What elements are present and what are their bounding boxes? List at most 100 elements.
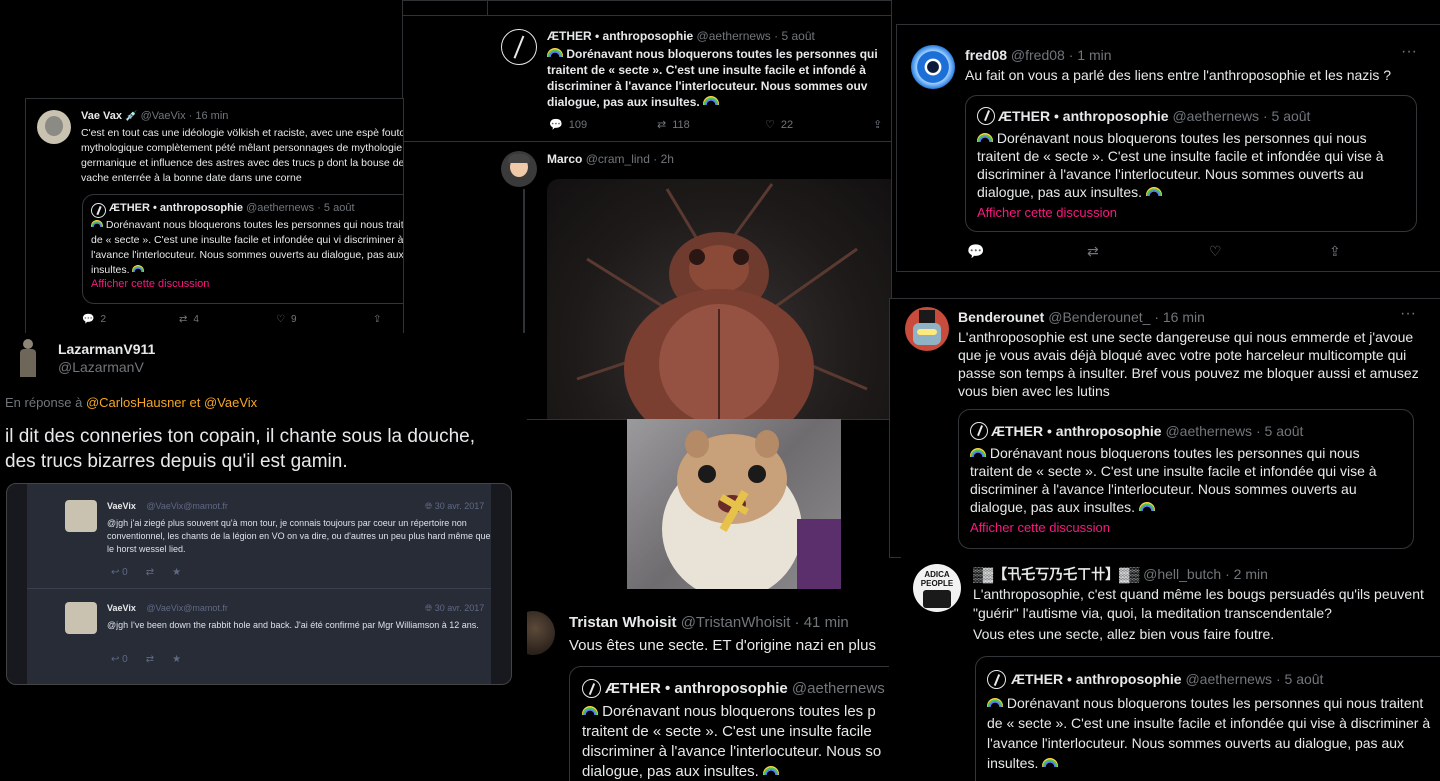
author-name[interactable]: LazarmanV911 xyxy=(58,341,155,357)
lazarman-avatar[interactable] xyxy=(18,339,38,377)
show-thread-link[interactable]: Afficher cette discussion xyxy=(977,205,1117,220)
author-name[interactable]: Benderounet xyxy=(958,309,1044,325)
like-button[interactable]: ♡ 22 xyxy=(765,118,873,132)
author-name[interactable]: Marco xyxy=(547,152,582,166)
tweet-text-2: Vous etes une secte, allez bien vous fai… xyxy=(973,626,1275,642)
fred-avatar[interactable] xyxy=(911,45,955,89)
aether-avatar xyxy=(987,670,1006,689)
author-name[interactable]: ÆTHER • anthroposophie xyxy=(547,29,693,43)
tristan-avatar[interactable] xyxy=(527,611,555,655)
vaevix-avatar[interactable] xyxy=(65,500,97,532)
bender-avatar[interactable] xyxy=(905,307,949,351)
like-button[interactable]: ♡ xyxy=(1209,243,1329,260)
lazarman-panel: LazarmanV911 @LazarmanV En réponse à @Ca… xyxy=(0,333,527,781)
tweet-header: ÆTHER • anthroposophie @aethernews · 5 a… xyxy=(547,29,815,43)
author-handle[interactable]: @aethernews xyxy=(697,29,771,43)
retweet-button[interactable]: ⇄ 118 xyxy=(657,118,765,132)
show-thread-link[interactable]: Afficher cette discussion xyxy=(970,520,1110,535)
tweet-time[interactable]: 2h xyxy=(661,152,674,166)
author-handle[interactable]: @LazarmanV xyxy=(58,359,144,375)
quote-date: 5 août xyxy=(1264,423,1304,439)
tweet-actions: 💬 109 ⇄ 118 ♡ 22 ⇪ xyxy=(549,118,882,132)
tweet-time[interactable]: 16 min xyxy=(195,110,228,122)
author-handle[interactable]: @fred08 xyxy=(1011,47,1065,63)
vaevix-avatar[interactable] xyxy=(37,110,71,144)
tweet-time[interactable]: 2 min xyxy=(1234,566,1268,582)
tweet-date[interactable]: 5 août xyxy=(781,29,814,43)
star-icon[interactable]: ★ xyxy=(172,567,181,578)
toot-handle[interactable]: @VaeVix@mamot.fr xyxy=(146,501,227,511)
quote-handle: @aethernews xyxy=(791,680,885,697)
reply-button[interactable]: ↩ 0 xyxy=(111,567,128,578)
author-handle[interactable]: @cram_lind xyxy=(586,152,650,166)
show-thread-link[interactable]: Afficher cette discussion xyxy=(91,278,209,290)
share-button[interactable]: ⇪ xyxy=(1329,243,1341,260)
hamster-cross-image[interactable] xyxy=(627,419,841,589)
more-options-icon[interactable]: ··· xyxy=(1400,305,1416,323)
toot-author[interactable]: VaeVix xyxy=(107,603,136,613)
quote-text: Dorénavant nous bloquerons toutes les pe… xyxy=(977,130,1384,200)
author-name[interactable]: ▒▓【卂乇丂乃乇ㄒ卄】▓▒ xyxy=(973,566,1139,582)
author-handle[interactable]: @TristanWhoisit xyxy=(681,614,791,631)
author-handle[interactable]: @hell_butch xyxy=(1143,566,1221,582)
divider xyxy=(403,15,891,16)
quoted-tweet[interactable]: ÆTHER • anthroposophie @aethernews · 5 a… xyxy=(965,95,1417,232)
author-handle[interactable]: @VaeVix xyxy=(141,110,186,122)
quote-header: ÆTHER • anthroposophie @aethernews · 5 a… xyxy=(109,202,355,214)
quoted-tweet[interactable]: ÆTHER • anthroposophie @aethernews · 5 a… xyxy=(82,194,404,304)
tweet-header: fred08 @fred08 · 1 min xyxy=(965,47,1112,63)
quoted-tweet[interactable]: ÆTHER • anthroposophie @aethernews · 5 a… xyxy=(958,409,1414,549)
mention-link[interactable]: @VaeVix xyxy=(204,395,257,410)
mastodon-embed[interactable]: VaeVix @VaeVix@mamot.fr 🌐︎ 30 avr. 2017 … xyxy=(6,483,512,685)
boost-icon[interactable]: ⇄ xyxy=(146,654,154,665)
aether-avatar[interactable] xyxy=(501,29,537,65)
tweet-time[interactable]: 16 min xyxy=(1163,309,1205,325)
share-icon: ⇪ xyxy=(1329,243,1341,259)
toot-text: @jgh I've been down the rabbit hole and … xyxy=(107,620,479,630)
tweet-header: Vae Vax 💉 @VaeVix · 16 min xyxy=(81,110,229,122)
author-name[interactable]: Vae Vax xyxy=(81,110,122,122)
vaevix-avatar[interactable] xyxy=(65,602,97,634)
share-button[interactable]: ⇪ xyxy=(873,118,882,131)
quoted-tweet[interactable]: ÆTHER • anthroposophie @aethernews Dorén… xyxy=(569,666,889,781)
toot-handle[interactable]: @VaeVix@mamot.fr xyxy=(146,603,227,613)
toot-author[interactable]: VaeVix xyxy=(107,501,136,511)
cockroach-gif[interactable] xyxy=(547,179,891,419)
author-name[interactable]: fred08 xyxy=(965,47,1007,63)
reply-icon: 💬 xyxy=(549,119,563,131)
aether-avatar xyxy=(970,422,988,440)
tweet-header: Marco @cram_lind · 2h xyxy=(547,152,674,166)
quote-header: ÆTHER • anthroposophie @aethernews · 5 a… xyxy=(991,423,1304,439)
retweet-icon: ⇄ xyxy=(179,314,188,325)
rainbow-icon xyxy=(1042,758,1059,767)
more-options-icon[interactable]: ··· xyxy=(1401,43,1417,61)
mention-link[interactable]: @CarlosHausner xyxy=(86,395,186,410)
author-handle[interactable]: @Benderounet_ xyxy=(1048,309,1150,325)
share-button[interactable]: ⇪ xyxy=(373,314,381,325)
tweet-text: L'anthroposophie, c'est quand même les b… xyxy=(973,586,1424,621)
reply-button[interactable]: 💬 xyxy=(967,243,1087,260)
retweet-icon: ⇄ xyxy=(657,119,667,131)
tweet-text: L'anthroposophie est une secte dangereus… xyxy=(958,329,1419,399)
retweet-button[interactable]: ⇄ 4 xyxy=(179,314,276,325)
tweet-time[interactable]: 1 min xyxy=(1077,47,1111,63)
quote-text: Dorénavant nous bloquerons toutes les pe… xyxy=(91,219,404,276)
quote-header: ÆTHER • anthroposophie @aethernews xyxy=(605,680,885,697)
quoted-tweet[interactable]: ÆTHER • anthroposophie @aethernews · 5 a… xyxy=(975,656,1440,781)
rainbow-icon xyxy=(582,706,598,715)
tweet-actions: 💬 ⇄ ♡ ⇪ xyxy=(967,243,1341,260)
toot-actions: ↩ 0 ⇄ ★ xyxy=(111,654,181,665)
rainbow-icon xyxy=(977,133,993,142)
star-icon[interactable]: ★ xyxy=(172,654,181,665)
hellbutch-avatar[interactable]: ADICA PEOPLE xyxy=(913,564,961,612)
reply-button[interactable]: 💬 109 xyxy=(549,118,657,132)
marco-avatar[interactable] xyxy=(501,151,537,187)
reply-button[interactable]: ↩ 0 xyxy=(111,654,128,665)
reply-button[interactable]: 💬 2 xyxy=(82,314,179,325)
tweet-time[interactable]: 41 min xyxy=(804,614,849,631)
retweet-button[interactable]: ⇄ xyxy=(1087,243,1209,260)
boost-icon[interactable]: ⇄ xyxy=(146,567,154,578)
author-name[interactable]: Tristan Whoisit xyxy=(569,614,677,631)
like-button[interactable]: ♡ 9 xyxy=(276,314,373,325)
rainbow-icon xyxy=(1138,502,1155,511)
